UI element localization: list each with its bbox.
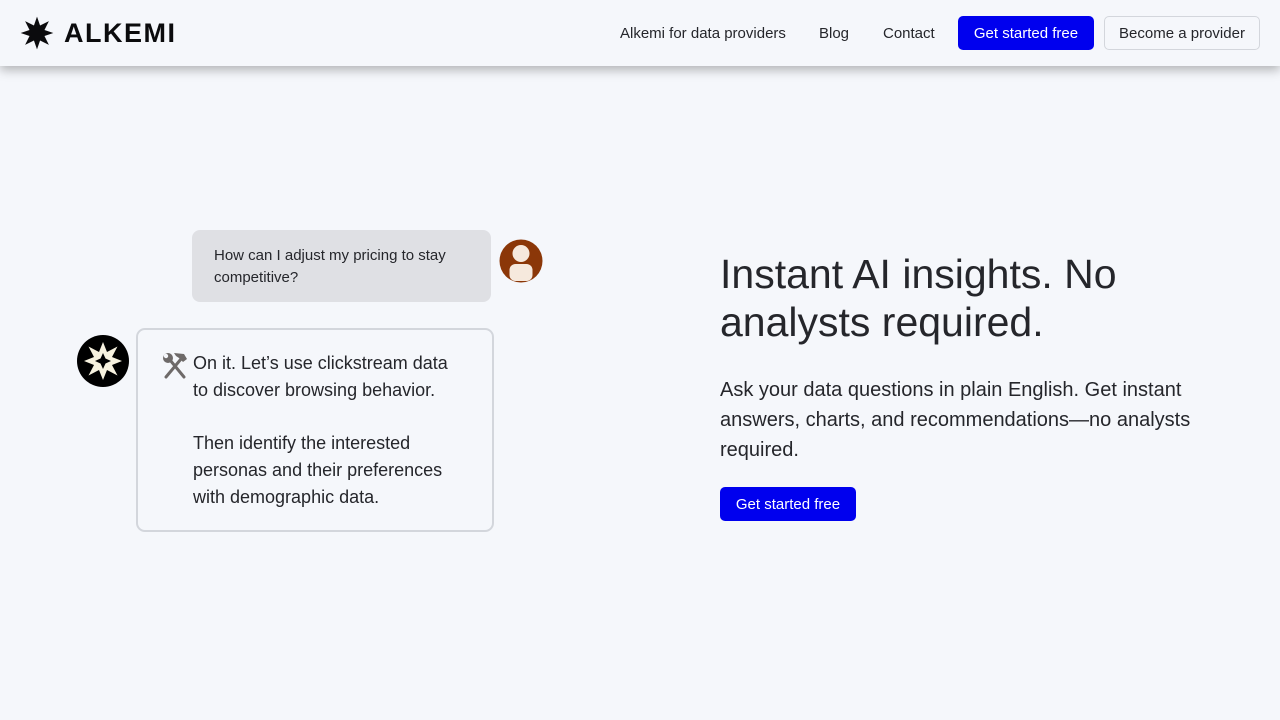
user-avatar-icon (499, 239, 543, 283)
assistant-message-bubble: On it. Let’s use clickstream data to dis… (136, 328, 494, 532)
hammer-wrench-icon (163, 353, 187, 379)
get-started-button[interactable]: Get started free (958, 16, 1094, 50)
hero-subtitle: Ask your data questions in plain English… (720, 379, 1191, 461)
nav-data-providers-link[interactable]: Alkemi for data providers (620, 24, 786, 44)
site-header: ALKEMI Alkemi for data providers Blog Co… (0, 0, 1280, 66)
user-message-bubble: How can I adjust my pricing to stay comp… (192, 230, 491, 302)
nav-contact-link[interactable]: Contact (883, 24, 935, 44)
hero-title: Instant AI insights. No analysts require… (720, 251, 1117, 345)
hero-get-started-button[interactable]: Get started free (720, 487, 856, 521)
alkemi-avatar-icon (77, 335, 129, 387)
nav-blog-link[interactable]: Blog (819, 24, 849, 44)
logo-text: ALKEMI (64, 18, 177, 48)
logo-link[interactable]: ALKEMI (20, 15, 177, 51)
user-message-text: How can I adjust my pricing to stay comp… (214, 247, 446, 286)
become-provider-button[interactable]: Become a provider (1104, 16, 1260, 50)
assistant-message-text-2: Then identify the interested personas an… (193, 433, 443, 507)
assistant-message-text-1: On it. Let’s use clickstream data to dis… (193, 353, 448, 400)
star-burst-icon (20, 16, 54, 50)
